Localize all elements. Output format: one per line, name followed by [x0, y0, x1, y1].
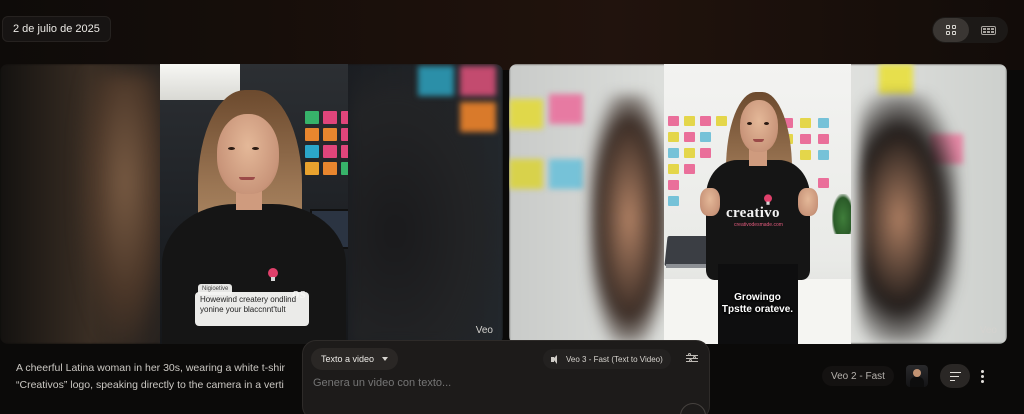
view-toggle	[932, 17, 1008, 43]
send-button[interactable]	[680, 403, 706, 414]
caption-line-2: yonine your blaccnnt'tult	[200, 305, 286, 314]
more-options-button[interactable]	[972, 364, 992, 388]
model-label: Veo 3 - Fast (Text to Video)	[566, 354, 663, 364]
veo-watermark: Veo	[979, 325, 997, 336]
remix-button[interactable]	[940, 364, 970, 388]
video-subtitle: Growingo Tpstte orateve.	[664, 292, 851, 316]
video-caption-overlay: Howewind createry ondlind yonine your bl…	[195, 292, 309, 326]
subtitle-line-2: Tpstte orateve.	[721, 304, 794, 315]
video-card-2[interactable]: creativo creativodesmade.com Growingo Tp…	[509, 64, 1007, 344]
video-frame: creativo creativodesmade.com Growingo Tp…	[664, 64, 851, 344]
audio-icon	[551, 354, 561, 364]
wrap-text-icon	[949, 371, 961, 381]
settings-sliders-icon[interactable]	[686, 353, 698, 364]
generation-prompt: A cheerful Latina woman in her 30s, wear…	[16, 360, 316, 394]
prompt-composer: Texto a video Veo 3 - Fast (Text to Vide…	[302, 340, 710, 414]
grid-2x2-icon	[946, 25, 956, 35]
prompt-input[interactable]	[313, 377, 693, 389]
prompt-line-2: “Creativos” logo, speaking directly to t…	[16, 379, 284, 391]
veo-watermark: Veo	[475, 325, 493, 336]
date-label: 2 de julio de 2025	[2, 16, 111, 42]
grid-3x3-icon	[980, 25, 996, 35]
grid-3x3-view-button[interactable]	[970, 18, 1006, 42]
model-selector[interactable]: Veo 3 - Fast (Text to Video)	[543, 349, 671, 369]
header-background	[0, 0, 1024, 70]
mode-label: Texto a video	[321, 354, 375, 364]
lightbulb-logo-icon	[265, 267, 281, 283]
caption-line-1: Howewind createry ondlind	[200, 295, 297, 304]
shirt-logo-subtext: creativodesmade.com	[734, 222, 783, 228]
prompt-line-1: A cheerful Latina woman in her 30s, wear…	[16, 362, 286, 374]
grid-2x2-view-button[interactable]	[933, 18, 969, 42]
more-vert-icon	[980, 369, 984, 373]
video-card-1[interactable]: os Nigioetive Howewind createry ondlind …	[0, 64, 503, 344]
reference-thumbnail[interactable]	[906, 365, 928, 387]
mode-dropdown[interactable]: Texto a video	[311, 348, 399, 370]
shirt-logo-text: creativo	[726, 205, 780, 221]
subtitle-line-1: Growingo	[734, 292, 781, 303]
version-label[interactable]: Veo 2 - Fast	[822, 366, 894, 386]
chevron-down-icon	[382, 357, 389, 361]
